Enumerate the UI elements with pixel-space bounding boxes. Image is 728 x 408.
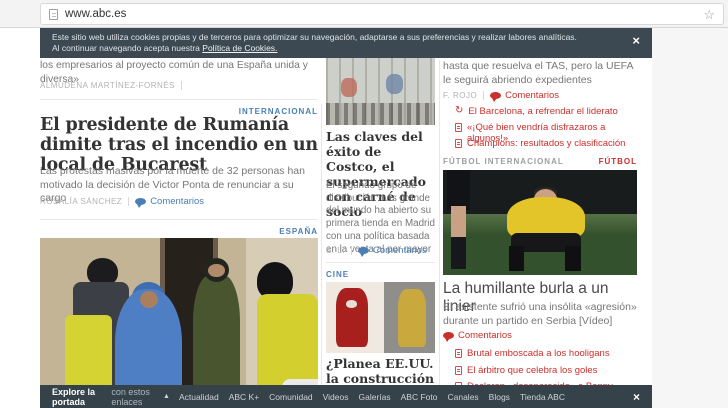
link-label[interactable]: El Barcelona, a refrendar el liderato	[468, 106, 617, 117]
url-text[interactable]: www.abc.es	[65, 8, 126, 20]
divider	[40, 219, 318, 220]
related-link[interactable]: Champions: resultados y clasificación	[455, 138, 637, 149]
footer-item-tienda-abc[interactable]: Tienda ABC	[520, 392, 565, 402]
comments-link[interactable]: Comentarios	[443, 330, 512, 341]
comment-bubble-icon	[490, 92, 501, 99]
divider	[181, 81, 182, 90]
main-byline-row: ROSALÍA SÁNCHEZ Comentarios	[40, 196, 204, 207]
photo-shape	[451, 206, 467, 242]
related-link[interactable]: Brutal emboscada a los hooligans	[455, 348, 637, 359]
link-label[interactable]: Champions: resultados y clasificación	[467, 138, 625, 149]
divider	[326, 262, 435, 263]
footer-links-bar: Explore la portada con estos enlaces ▲ A…	[40, 385, 652, 408]
cookie-text-line2: Al continuar navegando acepta nuestra	[52, 43, 202, 53]
footer-item-actualidad[interactable]: Actualidad	[179, 392, 219, 402]
section-label-cine[interactable]: CINE	[326, 270, 349, 279]
browser-window: www.abc.es ☆ El presidente de Cepyme ofr…	[0, 0, 728, 408]
footer-item-videos[interactable]: Videos	[323, 392, 349, 402]
photo-shape	[565, 246, 581, 271]
footer-item-canales[interactable]: Canales	[447, 392, 478, 402]
photo-shape	[208, 264, 225, 278]
comments-label[interactable]: Comentarios	[458, 330, 512, 341]
article-doc-icon	[455, 366, 462, 375]
comments-link[interactable]: Comentarios	[135, 196, 204, 207]
address-bar[interactable]: www.abc.es ☆	[40, 3, 724, 25]
divider	[128, 197, 129, 206]
section-label-futbol[interactable]: FÚTBOL	[443, 157, 637, 166]
photo-shape	[326, 103, 435, 125]
tas-article-text[interactable]: hasta que resuelva el TAS, pero la UEFA …	[443, 60, 637, 87]
cine-news-photo[interactable]	[326, 282, 435, 353]
photo-shape	[447, 170, 470, 210]
column-divider	[439, 60, 440, 385]
comments-link[interactable]: Comentarios	[358, 245, 427, 256]
article-doc-icon	[455, 349, 462, 358]
divider	[351, 246, 352, 255]
footer-item-blogs[interactable]: Blogs	[489, 392, 510, 402]
cookie-banner: Este sitio web utiliza cookies propias y…	[40, 28, 652, 58]
footer-item-galerias[interactable]: Galerías	[359, 392, 391, 402]
comment-bubble-icon	[135, 198, 146, 205]
footer-item-abc-foto[interactable]: ABC Foto	[401, 392, 438, 402]
divider	[40, 99, 318, 100]
section-label-espana[interactable]: ESPAÑA	[40, 227, 318, 236]
browser-chrome: www.abc.es ☆	[0, 0, 728, 28]
photo-shape	[346, 300, 357, 307]
linesman-body: El asistente sufrió una insólita «agresi…	[443, 301, 637, 328]
photo-shape	[451, 237, 467, 269]
photo-shape	[509, 246, 525, 271]
cookie-close-icon[interactable]: ×	[632, 34, 640, 47]
comment-bubble-icon	[443, 332, 454, 339]
footer-item-abc-k[interactable]: ABC K+	[229, 392, 259, 402]
comments-label[interactable]: Comentarios	[373, 245, 427, 256]
costco-byline-row: S. L. Comentarios	[326, 245, 427, 256]
cookie-policy-link[interactable]: Política de Cookies.	[202, 43, 277, 53]
cepyme-byline-row: ALMUDENA MARTÍNEZ-FORNÉS	[40, 81, 182, 90]
photo-shape	[398, 289, 426, 347]
arrest-news-photo[interactable]	[40, 238, 318, 408]
footer-item-comunidad[interactable]: Comunidad	[269, 392, 312, 402]
author-name: F. ROJO	[443, 91, 477, 100]
article-doc-icon	[455, 139, 462, 148]
photo-shape	[140, 291, 158, 308]
related-link[interactable]: El árbitro que celebra los goles	[455, 365, 637, 376]
author-name: S. L.	[326, 246, 345, 255]
bookmark-star-icon[interactable]: ☆	[703, 8, 715, 21]
footer-lead-bold: Explore la portada	[52, 387, 108, 407]
tas-byline-row: F. ROJO Comentarios	[443, 90, 559, 101]
link-label[interactable]: Brutal emboscada a los hooligans	[467, 348, 610, 359]
comments-link[interactable]: Comentarios	[490, 90, 559, 101]
footer-lead-rest: con estos enlaces	[111, 387, 163, 407]
photo-shape	[386, 74, 403, 94]
link-label[interactable]: El árbitro que celebra los goles	[467, 365, 597, 376]
author-name: ROSALÍA SÁNCHEZ	[40, 197, 122, 206]
comments-label[interactable]: Comentarios	[505, 90, 559, 101]
comment-bubble-icon	[358, 247, 369, 254]
author-name: ALMUDENA MARTÍNEZ-FORNÉS	[40, 81, 175, 90]
linesman-news-photo[interactable]	[443, 170, 637, 275]
article-doc-icon	[455, 123, 462, 132]
cookie-text-line1: Este sitio web utiliza cookies propias y…	[52, 32, 577, 42]
related-link[interactable]: ↻ El Barcelona, a refrendar el liderato	[455, 106, 637, 117]
scroll-top-arrow-icon[interactable]: ▲	[163, 393, 170, 400]
comments-label[interactable]: Comentarios	[150, 196, 204, 207]
photo-shape	[336, 288, 369, 348]
photo-shape	[341, 78, 356, 97]
column-divider	[321, 104, 322, 385]
footer-close-icon[interactable]: ×	[633, 390, 640, 404]
divider	[483, 91, 484, 100]
page-favicon-icon	[49, 9, 58, 20]
refresh-icon: ↻	[455, 106, 463, 116]
